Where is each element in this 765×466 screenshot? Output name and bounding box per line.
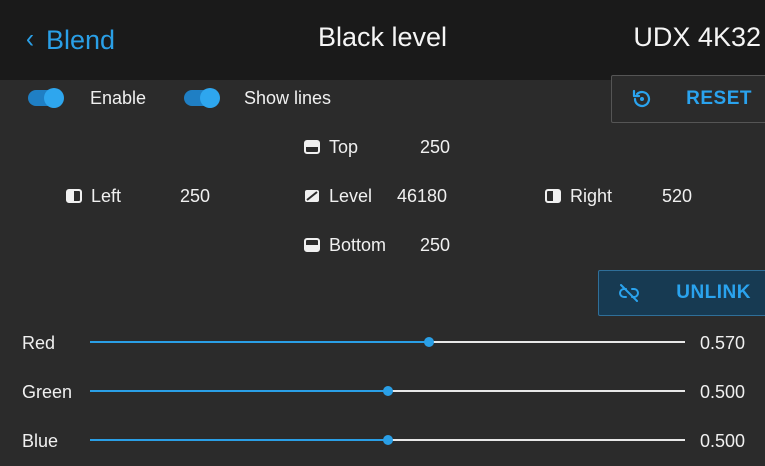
slider-fill — [90, 390, 388, 392]
slider-green[interactable] — [90, 386, 685, 396]
enable-toggle[interactable] — [28, 88, 64, 108]
reset-icon — [632, 89, 651, 108]
slider-red-value: 0.570 — [700, 333, 746, 353]
toggle-knob — [44, 88, 64, 108]
left-edge-icon — [66, 189, 82, 203]
reset-button[interactable]: RESET — [611, 75, 765, 123]
slider-green-value: 0.500 — [700, 382, 746, 402]
right-value[interactable]: 520 — [662, 186, 692, 207]
level-label: Level — [329, 185, 373, 206]
right-edge-icon — [545, 189, 561, 203]
slider-thumb[interactable] — [424, 337, 435, 347]
show-lines-label: Show lines — [244, 88, 332, 108]
left-label: Left — [91, 185, 122, 206]
bottom-value[interactable]: 250 — [420, 235, 450, 256]
slider-fill — [90, 439, 388, 441]
slider-red[interactable] — [90, 337, 685, 347]
unlink-button[interactable]: UNLINK — [598, 270, 765, 316]
enable-label: Enable — [90, 88, 147, 108]
edge-bottom[interactable]: Bottom — [304, 233, 386, 257]
slider-thumb[interactable] — [382, 435, 393, 445]
level-icon — [305, 190, 319, 202]
slider-fill — [90, 341, 430, 343]
top-edge-icon — [304, 140, 320, 154]
edge-right[interactable]: Right — [545, 184, 612, 208]
device-name: UDX 4K32 — [633, 22, 761, 52]
slider-green-label: Green — [22, 382, 73, 402]
level-value[interactable]: 46180 — [397, 186, 447, 207]
slider-red-label: Red — [22, 333, 56, 353]
edge-left[interactable]: Left — [66, 184, 121, 208]
bottom-edge-icon — [304, 238, 320, 252]
toggle-knob — [200, 88, 220, 108]
slider-thumb[interactable] — [382, 386, 393, 396]
slider-blue-value: 0.500 — [700, 431, 746, 451]
reset-label: RESET — [686, 88, 752, 109]
left-value[interactable]: 250 — [180, 186, 210, 207]
bottom-label: Bottom — [329, 234, 387, 255]
right-label: Right — [570, 185, 613, 206]
slider-blue[interactable] — [90, 435, 685, 445]
unlink-icon — [619, 284, 639, 302]
top-value[interactable]: 250 — [420, 137, 450, 158]
top-label: Top — [329, 136, 359, 157]
unlink-label: UNLINK — [676, 282, 751, 303]
edge-top[interactable]: Top — [304, 135, 358, 159]
edge-level[interactable]: Level — [304, 184, 372, 208]
header-bar: ‹ Blend Black level UDX 4K32 — [0, 0, 765, 80]
slider-blue-label: Blue — [22, 431, 59, 451]
show-lines-toggle[interactable] — [184, 88, 220, 108]
